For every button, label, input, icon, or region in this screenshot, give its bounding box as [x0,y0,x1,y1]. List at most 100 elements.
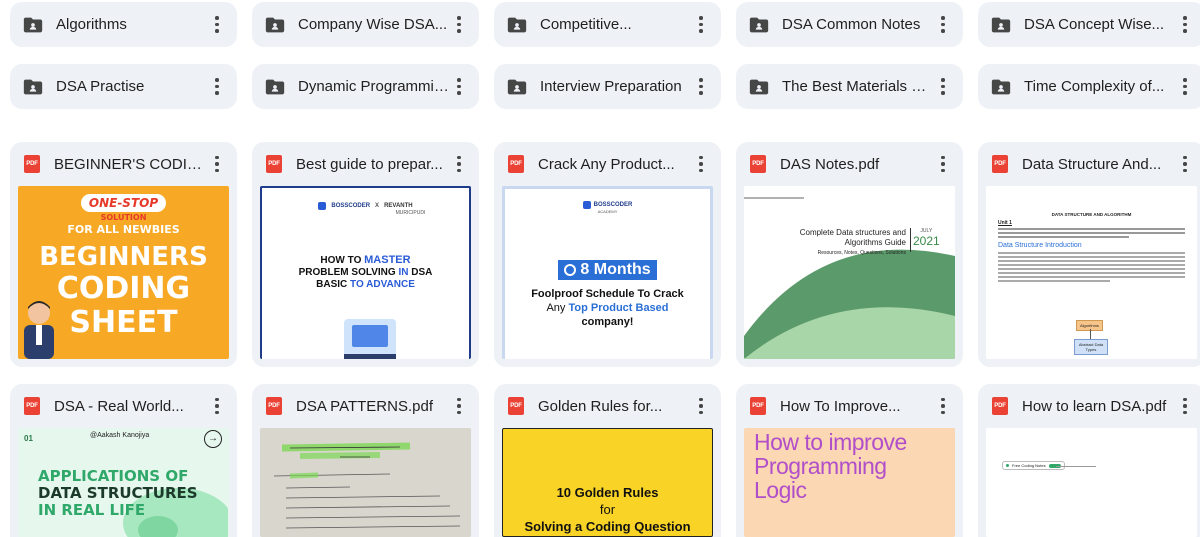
file-thumbnail[interactable]: ONE-STOP SOLUTION FOR ALL NEWBIES BEGINN… [18,186,229,359]
folder-tile[interactable]: Time Complexity of... [978,64,1200,109]
more-options-icon[interactable] [691,14,711,36]
file-name: BEGINNER'S CODING... [54,155,207,173]
folder-name: Algorithms [56,16,127,33]
more-options-icon[interactable] [1175,153,1195,175]
thumb-text: Top Product Based [568,302,669,314]
device-illustration [344,319,396,359]
file-card[interactable]: PDF BEGINNER'S CODING... ONE-STOP SOLUTI… [10,142,237,367]
file-thumbnail[interactable]: How to improve Programming Logic [744,428,955,537]
file-thumbnail[interactable]: 10 Golden Rules for Solving a Coding Que… [502,428,713,537]
file-thumbnail[interactable]: 01 @Aakash Kanojiya → APPLICATIONS OF DA… [18,428,229,537]
thumb-text: Resources, Notes, Questions, Solutions [817,250,906,256]
more-options-icon[interactable] [449,76,469,98]
shared-folder-icon [991,17,1011,32]
folder-tile[interactable]: Competitive... [494,2,721,47]
file-card[interactable]: PDF How To Improve... How to improve Pro… [736,384,963,537]
file-thumbnail[interactable]: DATA STRUCTURE AND ALGORITHM Unit 1 Data… [986,186,1197,359]
folder-tile[interactable]: DSA Concept Wise... [978,2,1200,47]
file-name: How To Improve... [780,397,901,415]
folder-tile[interactable]: Algorithms [10,2,237,47]
clock-icon [564,264,577,276]
thumb-text: X [375,203,380,209]
shared-folder-icon [749,17,769,32]
thumb-text: Any [546,302,569,314]
more-options-icon[interactable] [933,395,953,417]
file-name: Golden Rules for... [538,397,663,415]
thumb-text: company! [581,316,634,328]
thumb-text: MURICIPUDI [395,210,426,216]
file-name: DAS Notes.pdf [780,155,880,173]
thumb-text: DSA [408,267,433,278]
thumb-text: Foolproof Schedule To Crack [531,288,684,300]
thumb-text: Abstract Data Types [1074,339,1108,355]
folder-name: The Best Materials O... [782,78,933,95]
thumb-text: PROBLEM SOLVING [298,267,399,278]
shared-folder-icon [23,79,43,94]
thumb-text: SOLUTION [100,213,147,222]
file-name: Data Structure And... [1022,155,1162,173]
thumb-text: 01 [24,434,33,443]
file-card[interactable]: PDF DSA - Real World... 01 @Aakash Kanoj… [10,384,237,537]
folder-tile[interactable]: Company Wise DSA... [252,2,479,47]
file-card[interactable]: PDF Best guide to prepar... BOSSCODER X … [252,142,479,367]
shared-folder-icon [507,17,527,32]
file-card[interactable]: PDF Crack Any Product... BOSSCODER ACADE… [494,142,721,367]
shared-folder-icon [265,17,285,32]
folder-tile[interactable]: The Best Materials O... [736,64,963,109]
folder-name: DSA Common Notes [782,16,921,33]
thumb-text: Free Coding Notes [1012,463,1046,468]
more-options-icon[interactable] [1175,14,1195,36]
more-options-icon[interactable] [691,395,711,417]
more-options-icon[interactable] [207,76,227,98]
file-name: Best guide to prepar... [296,155,443,173]
bosscoder-logo-icon [318,202,327,210]
more-options-icon[interactable] [449,153,469,175]
file-thumbnail[interactable]: BOSSCODER ACADEMY 8 Months Foolproof Sch… [502,186,713,359]
thumb-text: Solving a Coding Question [524,519,691,534]
more-options-icon[interactable] [933,153,953,175]
bosscoder-logo-icon [582,201,591,209]
thumb-text: ONE-STOP [80,194,167,212]
thumb-text: BOSSCODER [331,203,371,209]
thumb-text: How to improve [754,429,907,455]
folder-tile[interactable]: DSA Common Notes [736,2,963,47]
more-options-icon[interactable] [449,14,469,36]
more-options-icon[interactable] [449,395,469,417]
paragraph-lines [998,252,1185,282]
file-name: How to learn DSA.pdf [1022,397,1167,415]
more-options-icon[interactable] [933,76,953,98]
more-options-icon[interactable] [207,153,227,175]
file-card[interactable]: PDF DSA PATTERNS.pdf [252,384,479,537]
thumb-text: Complete Data structures and [799,228,906,237]
more-options-icon[interactable] [1175,395,1195,417]
file-card[interactable]: PDF How to learn DSA.pdf Free Coding Not… [978,384,1200,537]
file-thumbnail[interactable]: Complete Data structures and Algorithms … [744,186,955,359]
more-options-icon[interactable] [207,14,227,36]
file-card[interactable]: PDF Data Structure And... DATA STRUCTURE… [978,142,1200,367]
more-options-icon[interactable] [691,153,711,175]
thumb-text: REVANTH [384,203,413,209]
file-thumbnail[interactable]: Free Coding Notes [986,428,1197,537]
pdf-icon: PDF [508,155,524,173]
file-card[interactable]: PDF Golden Rules for... 10 Golden Rules … [494,384,721,537]
file-card[interactable]: PDF DAS Notes.pdf Complete Data structur… [736,142,963,367]
pdf-icon: PDF [508,397,524,415]
file-thumbnail[interactable]: BOSSCODER X REVANTH MURICIPUDI HOW TO MA… [260,186,471,359]
months-badge: 8 Months [558,260,657,280]
file-thumbnail[interactable] [260,428,471,537]
more-options-icon[interactable] [1175,76,1195,98]
pdf-icon: PDF [750,155,766,173]
folder-tile[interactable]: Interview Preparation [494,64,721,109]
folder-name: Dynamic Programming [298,78,449,95]
folder-name: Competitive... [540,16,632,33]
folder-name: Interview Preparation [540,78,682,95]
more-options-icon[interactable] [691,76,711,98]
more-options-icon[interactable] [207,395,227,417]
thumb-text: DATA STRUCTURES [38,484,198,502]
more-options-icon[interactable] [933,14,953,36]
thumb-text: for [599,502,616,517]
pdf-icon: PDF [24,397,40,415]
folder-name: DSA Concept Wise... [1024,16,1165,33]
folder-tile[interactable]: DSA Practise [10,64,237,109]
folder-tile[interactable]: Dynamic Programming [252,64,479,109]
